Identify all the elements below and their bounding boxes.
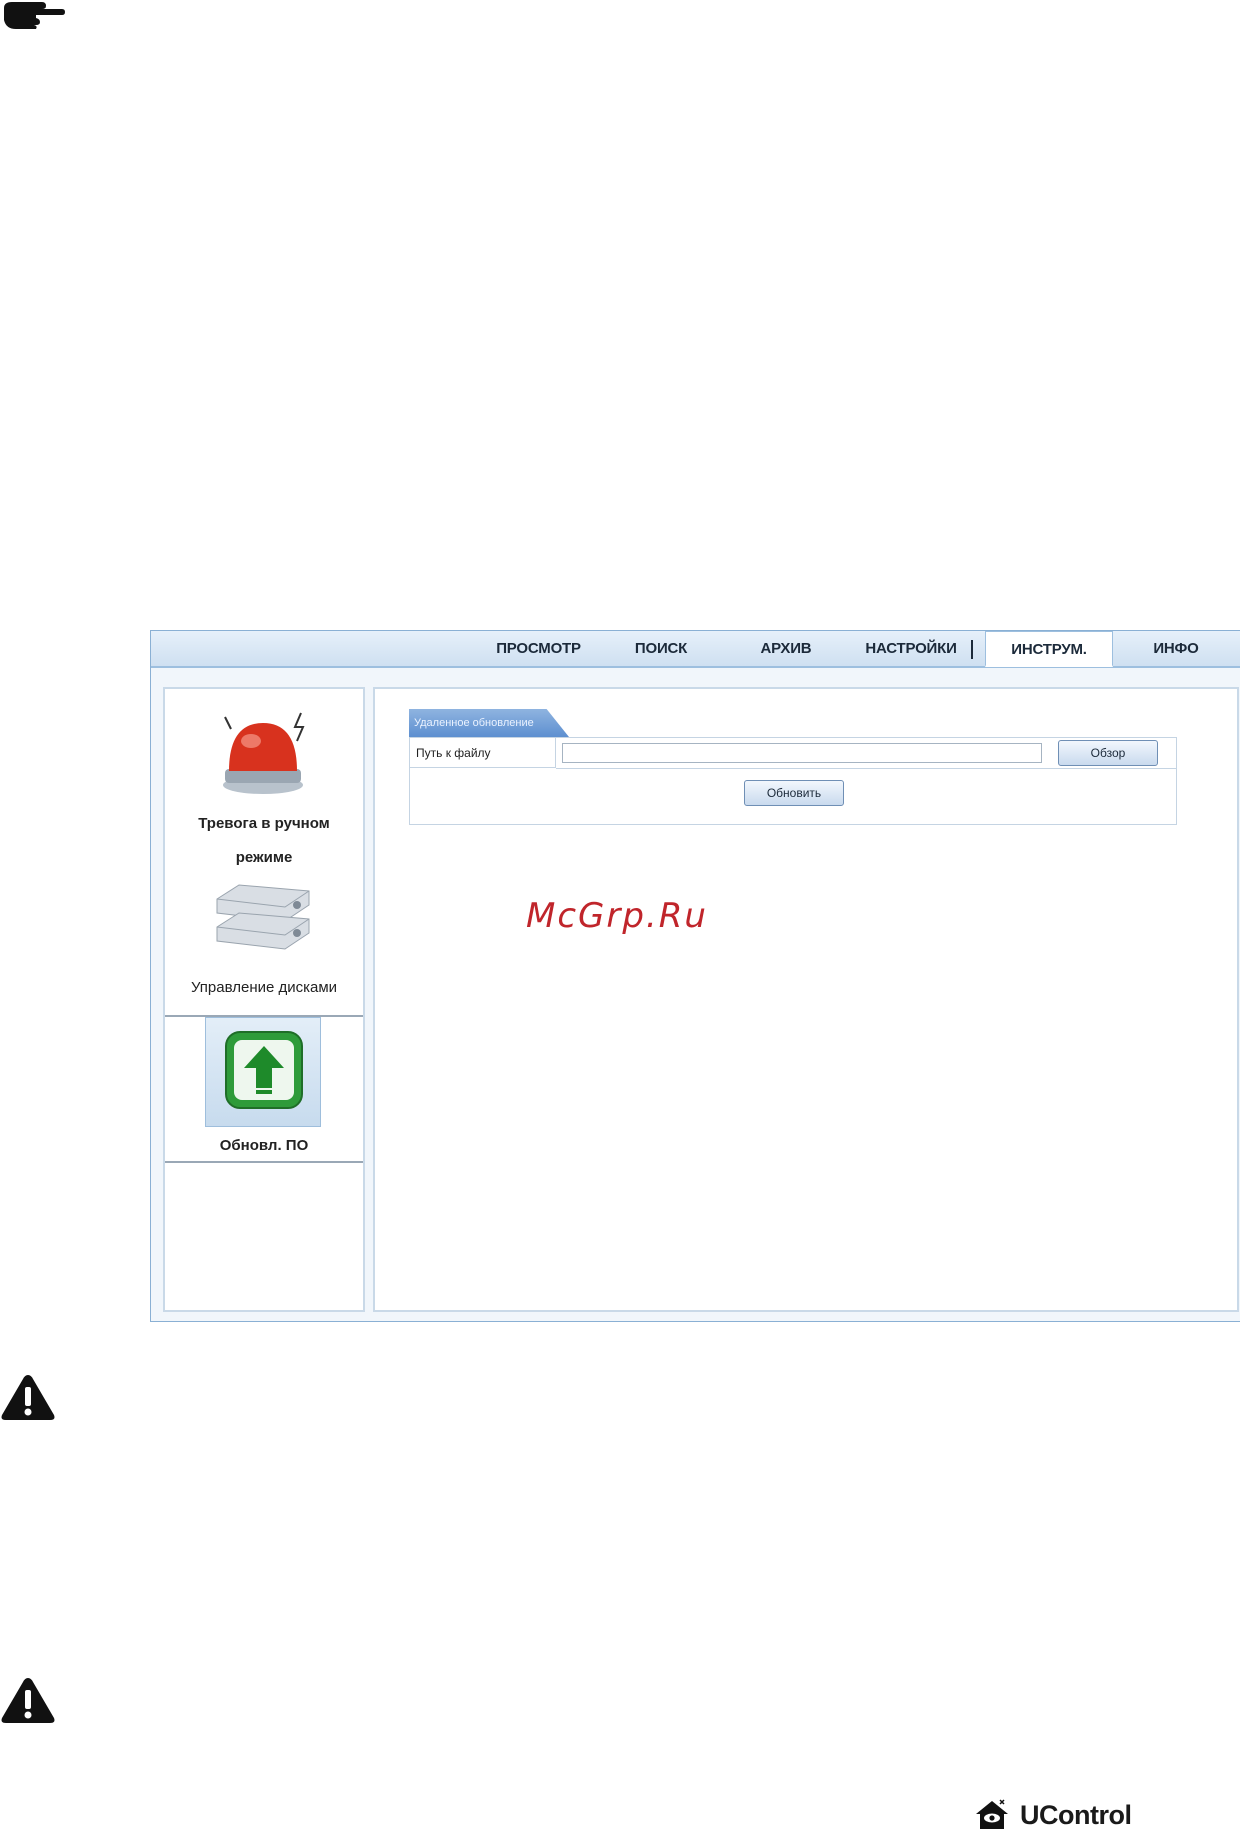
sidebar-item-label: Управление дисками bbox=[190, 979, 338, 996]
tab-info[interactable]: ИНФО bbox=[1126, 631, 1226, 666]
warning-icon bbox=[1, 1678, 55, 1723]
sidebar-item-disk-management[interactable]: Управление дисками bbox=[165, 881, 363, 1001]
upload-arrow-icon bbox=[225, 1031, 303, 1109]
tab-divider bbox=[971, 640, 973, 659]
sidebar-item-label: Обновл. ПО bbox=[219, 1137, 309, 1154]
sidebar-item-label: Тревога в ручном режиме bbox=[198, 815, 330, 866]
pointing-hand-icon bbox=[4, 2, 65, 29]
file-path-input[interactable] bbox=[562, 743, 1042, 763]
sidebar-item-firmware-update[interactable]: Обновл. ПО bbox=[165, 1015, 363, 1163]
remote-update-form: Путь к файлу Обзор Обновить bbox=[409, 737, 1177, 825]
watermark-text: McGrp.Ru bbox=[526, 896, 708, 936]
tab-view[interactable]: ПРОСМОТР bbox=[471, 631, 606, 666]
dvr-web-interface: ПРОСМОТР ПОИСК АРХИВ НАСТРОЙКИ ИНСТРУМ. … bbox=[150, 630, 1240, 1322]
hard-disks-icon bbox=[216, 884, 310, 950]
sidebar-item-manual-alarm[interactable]: Тревога в ручном режиме bbox=[165, 707, 363, 877]
tab-archive[interactable]: АРХИВ bbox=[736, 631, 836, 666]
warning-icon bbox=[1, 1375, 55, 1420]
brand-name: UControl bbox=[1020, 1800, 1132, 1830]
selected-item-highlight bbox=[205, 1017, 321, 1127]
tab-search[interactable]: ПОИСК bbox=[606, 631, 716, 666]
browse-button[interactable]: Обзор bbox=[1058, 740, 1158, 766]
tab-tools[interactable]: ИНСТРУМ. bbox=[985, 631, 1113, 667]
main-content: Удаленное обновление Путь к файлу Обзор … bbox=[373, 687, 1239, 1312]
tab-remote-update[interactable]: Удаленное обновление bbox=[409, 709, 569, 737]
house-eye-icon bbox=[976, 1799, 1008, 1829]
top-navigation: ПРОСМОТР ПОИСК АРХИВ НАСТРОЙКИ ИНСТРУМ. … bbox=[151, 631, 1240, 668]
tab-settings[interactable]: НАСТРОЙКИ bbox=[851, 631, 971, 666]
alarm-siren-icon bbox=[223, 712, 305, 794]
tools-sidebar: Тревога в ручном режиме Управление диска… bbox=[163, 687, 365, 1312]
file-path-label: Путь к файлу bbox=[410, 738, 556, 768]
file-path-cell: Обзор bbox=[556, 738, 1176, 769]
update-button[interactable]: Обновить bbox=[744, 780, 844, 806]
